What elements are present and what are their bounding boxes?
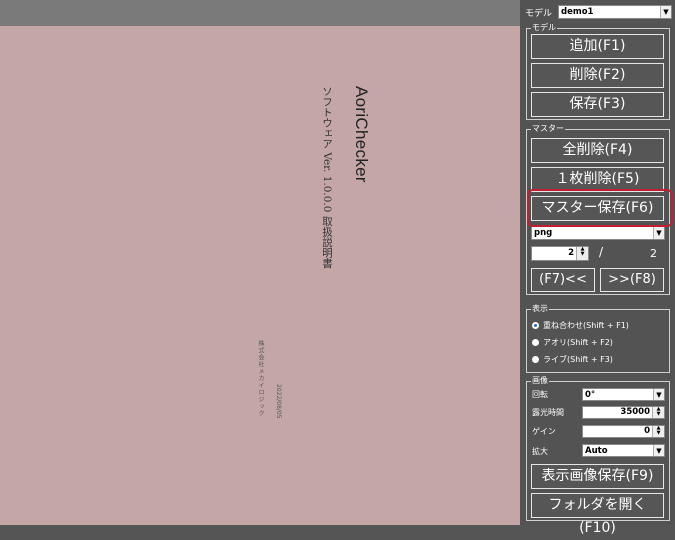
prev-page-button[interactable]: (F7)<< [531, 268, 595, 292]
display-option-label: ライブ(Shift + F3) [543, 355, 613, 364]
rotation-select[interactable]: 0° ▼ [582, 388, 665, 401]
gain-input[interactable]: 0 ▲ ▼ [582, 425, 665, 438]
model-label: モデル [525, 9, 553, 19]
chevron-down-icon[interactable]: ▼ [660, 6, 671, 18]
radio-icon [532, 356, 539, 363]
chevron-down-icon[interactable]: ▼ [653, 389, 664, 400]
zoom-label: 拡大 [532, 447, 548, 456]
viewer-header-strip [0, 0, 520, 26]
radio-icon [532, 339, 539, 346]
exposure-value: 35000 [620, 407, 650, 417]
chevron-down-icon[interactable]: ▼ [653, 445, 664, 456]
image-viewer[interactable]: AoriChecker ソフトウェア Ver. 1.0.0.0 取扱説明書 株式… [0, 0, 520, 525]
save-model-button[interactable]: 保存(F3) [531, 92, 664, 117]
page-current-input[interactable]: 2 ▲ ▼ [531, 246, 589, 261]
display-option-label: 重ね合わせ(Shift + F1) [543, 321, 629, 330]
format-select[interactable]: png ▼ [531, 226, 665, 240]
chevron-down-icon[interactable]: ▼ [653, 227, 664, 239]
display-option-overlay[interactable]: 重ね合わせ(Shift + F1) [532, 320, 629, 331]
document-subtitle: ソフトウェア Ver. 1.0.0.0 取扱説明書 [321, 86, 333, 269]
spinner-arrows-icon[interactable]: ▲ ▼ [576, 247, 588, 260]
document-date: 2022/08/05 [275, 384, 282, 419]
document-company: 株式会社メカイロジック [257, 340, 264, 417]
delete-one-button[interactable]: １枚削除(F5) [531, 167, 664, 192]
zoom-select-value: Auto [585, 446, 608, 456]
spinner-arrows-icon[interactable]: ▲ ▼ [652, 426, 664, 437]
delete-model-button[interactable]: 削除(F2) [531, 63, 664, 88]
image-group-title: 画像 [531, 375, 549, 386]
spinner-arrows-icon[interactable]: ▲ ▼ [652, 407, 664, 418]
model-group-title: モデル [531, 22, 557, 33]
rotation-select-value: 0° [585, 390, 596, 400]
page-separator: / [599, 245, 604, 259]
document-title: AoriChecker [352, 86, 371, 183]
open-folder-button[interactable]: フォルダを開く(F10) [531, 493, 664, 536]
add-model-button[interactable]: 追加(F1) [531, 34, 664, 59]
exposure-input[interactable]: 35000 ▲ ▼ [582, 406, 665, 419]
gain-value: 0 [644, 426, 650, 436]
save-display-image-button[interactable]: 表示画像保存(F9) [531, 464, 664, 489]
gain-label: ゲイン [532, 427, 556, 436]
display-option-aori[interactable]: アオリ(Shift + F2) [532, 337, 613, 348]
save-master-button[interactable]: マスター保存(F6) [531, 196, 664, 221]
master-group-title: マスター [531, 123, 565, 134]
rotation-label: 回転 [532, 390, 548, 399]
radio-selected-icon [532, 322, 539, 329]
display-option-label: アオリ(Shift + F2) [543, 338, 613, 347]
display-option-live[interactable]: ライブ(Shift + F3) [532, 354, 613, 365]
zoom-select[interactable]: Auto ▼ [582, 444, 665, 457]
model-select[interactable]: demo1 ▼ [558, 5, 672, 19]
format-select-value: png [534, 228, 553, 238]
model-select-value: demo1 [561, 7, 594, 17]
display-group-title: 表示 [531, 303, 549, 314]
delete-all-button[interactable]: 全削除(F4) [531, 138, 664, 163]
page-current-value: 2 [568, 248, 574, 258]
control-panel: モデル demo1 ▼ モデル 追加(F1) 削除(F2) 保存(F3) マスタ… [520, 0, 675, 536]
exposure-label: 露光時間 [532, 408, 564, 417]
page-total: 2 [650, 247, 657, 260]
next-page-button[interactable]: >>(F8) [600, 268, 664, 292]
